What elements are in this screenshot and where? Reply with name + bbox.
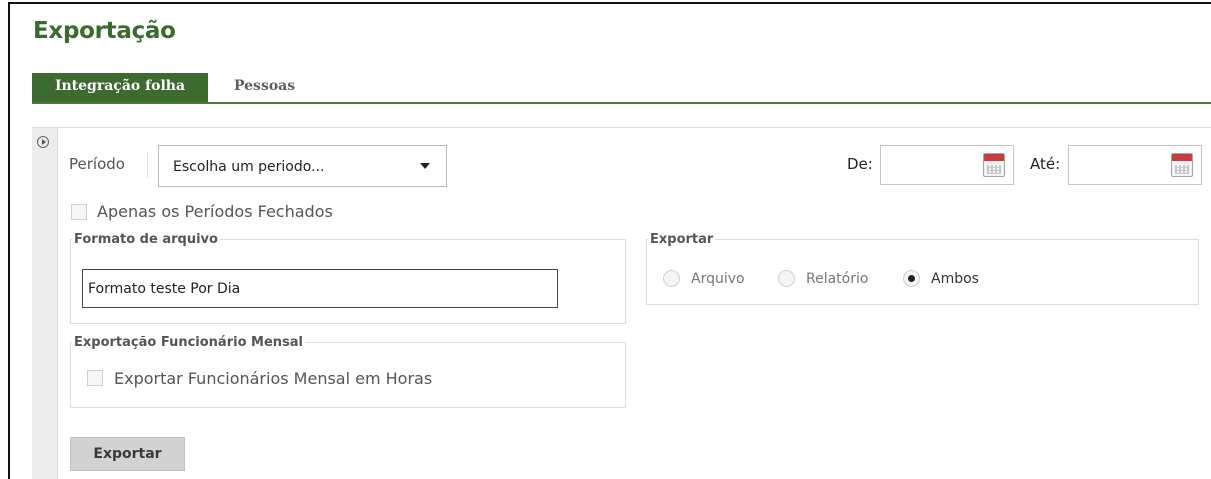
periodo-label: Período	[69, 155, 125, 173]
ate-date-field[interactable]	[1068, 145, 1202, 185]
radio-ambos[interactable]	[903, 270, 920, 287]
radio-arquivo-label: Arquivo	[691, 271, 745, 287]
exportar-button[interactable]: Exportar	[70, 437, 185, 471]
de-date-field[interactable]	[880, 145, 1014, 185]
exportar-options-legend: Exportar	[650, 232, 714, 247]
panel-side-bar	[32, 128, 58, 479]
radio-ambos-label: Ambos	[931, 271, 979, 287]
collapse-toggle-icon[interactable]	[37, 136, 49, 148]
formato-arquivo-group: Formato de arquivo Formato teste Por Dia	[70, 232, 626, 324]
tab-bar: Integração folha Pessoas	[32, 73, 1211, 104]
funcionario-mensal-group: Exportação Funcionário Mensal Exportar F…	[70, 335, 626, 408]
funcionario-mensal-label: Exportar Funcionários Mensal em Horas	[114, 369, 433, 388]
calendar-icon[interactable]	[1171, 153, 1193, 177]
periodo-separator	[147, 152, 148, 178]
formato-arquivo-legend: Formato de arquivo	[74, 232, 218, 247]
radio-arquivo[interactable]	[663, 270, 680, 287]
tab-pessoas[interactable]: Pessoas	[234, 73, 295, 102]
formato-arquivo-input[interactable]: Formato teste Por Dia	[82, 269, 558, 308]
tab-integracao-folha[interactable]: Integração folha	[32, 73, 208, 102]
calendar-icon[interactable]	[983, 153, 1005, 177]
de-label: De:	[847, 155, 873, 173]
periodos-fechados-label: Apenas os Períodos Fechados	[97, 202, 333, 221]
funcionario-mensal-legend: Exportação Funcionário Mensal	[74, 335, 303, 350]
periodo-select[interactable]: Escolha um periodo...	[158, 145, 447, 187]
page-title: Exportação	[33, 18, 176, 44]
funcionario-mensal-checkbox[interactable]	[87, 370, 103, 386]
panel-divider	[32, 127, 1211, 128]
exportar-options-group: Exportar Arquivo Relatório Ambos	[646, 232, 1199, 305]
radio-relatorio-label: Relatório	[806, 271, 869, 287]
periodo-select-value: Escolha um periodo...	[173, 159, 325, 175]
ate-label: Até:	[1030, 155, 1061, 173]
radio-relatorio[interactable]	[778, 270, 795, 287]
periodos-fechados-checkbox[interactable]	[71, 204, 87, 220]
chevron-down-icon	[420, 163, 430, 169]
